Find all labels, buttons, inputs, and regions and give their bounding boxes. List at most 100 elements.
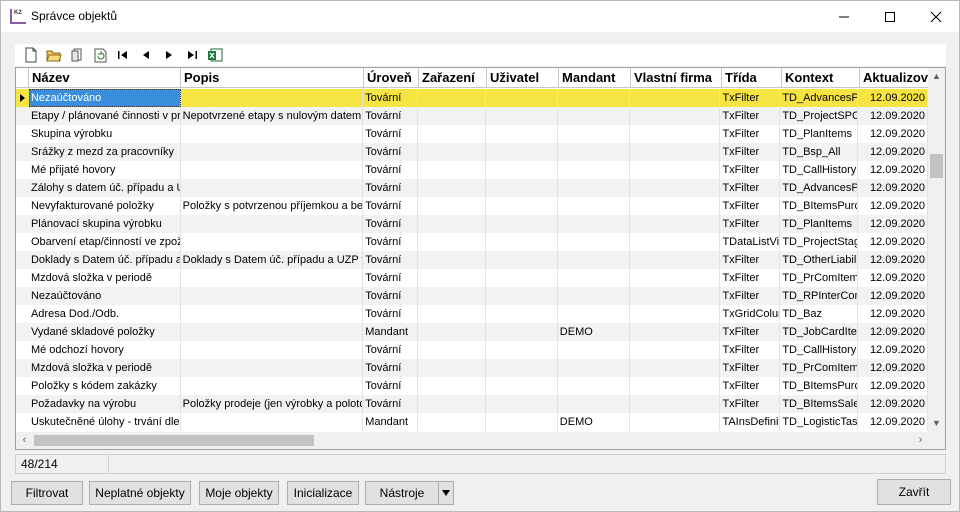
table-row[interactable]: Nevyfakturované položky Položky s potvrze… [16, 197, 928, 215]
cell-description[interactable]: Položky prodeje (jen výrobky a polotc [181, 395, 364, 413]
cell-description[interactable] [181, 323, 364, 341]
cell-level[interactable]: Tovární [363, 107, 419, 125]
cell-name[interactable]: Nezaúčtováno [28, 89, 181, 107]
table-row[interactable]: Nezaúčtováno Tovární TxFilter TD_RPInterCor… [16, 287, 928, 305]
cell-level[interactable]: Tovární [363, 89, 419, 107]
prev-record-button[interactable] [134, 45, 157, 65]
cell-updated[interactable]: 12.09.2020 [858, 395, 928, 413]
cell-updated[interactable]: 12.09.2020 [858, 233, 928, 251]
cell-name[interactable]: Skupina výrobku [29, 125, 181, 143]
cell-class[interactable]: TxFilter [720, 323, 781, 341]
cell-description[interactable] [181, 215, 364, 233]
col-header-mandant[interactable]: Mandant [559, 68, 631, 88]
cell-class[interactable]: TxGridColum [720, 305, 781, 323]
cell-own-company[interactable] [630, 413, 721, 431]
cell-context[interactable]: TD_BItemsPurc [780, 377, 859, 395]
cell-category[interactable] [418, 395, 486, 413]
cell-class[interactable]: TxFilter [720, 341, 781, 359]
cell-context[interactable]: TD_ProjectSPC [780, 107, 859, 125]
cell-name[interactable]: Mé přijaté hovory [29, 161, 181, 179]
invalid-objects-button[interactable]: Neplatné objekty [89, 481, 191, 505]
cell-user[interactable] [486, 359, 558, 377]
cell-name[interactable]: Mzdová složka v periodě [29, 269, 181, 287]
minimize-button[interactable] [821, 1, 867, 32]
cell-context[interactable]: TD_AdvancesP [780, 89, 859, 107]
cell-user[interactable] [486, 89, 558, 107]
cell-class[interactable]: TxFilter [720, 359, 781, 377]
cell-name[interactable]: Mzdová složka v periodě [29, 359, 181, 377]
cell-updated[interactable]: 12.09.2020 [858, 107, 928, 125]
cell-class[interactable]: TxFilter [720, 197, 781, 215]
cell-own-company[interactable] [630, 215, 721, 233]
cell-description[interactable]: Doklady s Datem úč. případu a UZP v [181, 251, 364, 269]
cell-mandant[interactable] [558, 233, 630, 251]
scroll-right-icon[interactable]: › [912, 432, 929, 449]
cell-class[interactable]: TDataListVie [720, 233, 781, 251]
cell-user[interactable] [486, 125, 558, 143]
cell-own-company[interactable] [630, 269, 721, 287]
cell-user[interactable] [486, 233, 558, 251]
cell-mandant[interactable] [558, 125, 630, 143]
cell-level[interactable]: Tovární [363, 359, 419, 377]
cell-own-company[interactable] [630, 233, 721, 251]
col-header-context[interactable]: Kontext [782, 68, 860, 88]
cell-name[interactable]: Položky s kódem zakázky [29, 377, 181, 395]
vertical-scroll-thumb[interactable] [930, 154, 943, 178]
cell-class[interactable]: TxFilter [720, 377, 781, 395]
cell-level[interactable]: Tovární [363, 143, 419, 161]
cell-updated[interactable]: 12.09.2020 [858, 179, 928, 197]
cell-level[interactable]: Tovární [363, 125, 419, 143]
cell-name[interactable]: Etapy / plánované činnosti v pr [29, 107, 181, 125]
table-row[interactable]: Srážky z mezd za pracovníky Tovární TxFilt… [16, 143, 928, 161]
cell-own-company[interactable] [630, 143, 721, 161]
col-header-level[interactable]: Úroveň [364, 68, 419, 88]
cell-user[interactable] [486, 305, 558, 323]
cell-updated[interactable]: 12.09.2020 [858, 377, 928, 395]
table-row[interactable]: Plánovací skupina výrobku Tovární TxFilter… [16, 215, 928, 233]
cell-level[interactable]: Tovární [363, 269, 419, 287]
cell-user[interactable] [486, 341, 558, 359]
table-row[interactable]: Nezaúčtováno Tovární TxFilter TD_AdvancesP 1… [16, 89, 928, 107]
cell-own-company[interactable] [630, 287, 721, 305]
cell-level[interactable]: Mandant [363, 323, 419, 341]
cell-mandant[interactable] [558, 89, 630, 107]
cell-class[interactable]: TxFilter [720, 161, 781, 179]
first-record-button[interactable] [111, 45, 134, 65]
cell-updated[interactable]: 12.09.2020 [858, 413, 928, 431]
cell-user[interactable] [486, 287, 558, 305]
cell-description[interactable] [181, 377, 364, 395]
cell-own-company[interactable] [630, 161, 721, 179]
cell-user[interactable] [486, 179, 558, 197]
cell-user[interactable] [486, 143, 558, 161]
horizontal-scroll-thumb[interactable] [34, 435, 314, 446]
cell-user[interactable] [486, 395, 558, 413]
cell-user[interactable] [486, 197, 558, 215]
new-button[interactable] [19, 45, 42, 65]
cell-category[interactable] [418, 341, 486, 359]
cell-category[interactable] [418, 215, 486, 233]
cell-description[interactable] [181, 89, 364, 107]
cell-class[interactable]: TxFilter [720, 143, 781, 161]
cell-level[interactable]: Tovární [363, 377, 419, 395]
cell-category[interactable] [418, 287, 486, 305]
cell-user[interactable] [486, 161, 558, 179]
cell-updated[interactable]: 12.09.2020 [858, 305, 928, 323]
horizontal-scrollbar[interactable]: ‹ › [16, 432, 929, 449]
table-row[interactable]: Vydané skladové položky Mandant DEMO TxFilt… [16, 323, 928, 341]
cell-class[interactable]: TxFilter [720, 395, 781, 413]
cell-updated[interactable]: 12.09.2020 [858, 197, 928, 215]
export-excel-button[interactable] [203, 45, 226, 65]
cell-description[interactable] [181, 143, 364, 161]
cell-level[interactable]: Mandant [363, 413, 419, 431]
cell-name[interactable]: Srážky z mezd za pracovníky [29, 143, 181, 161]
cell-description[interactable] [181, 413, 364, 431]
cell-own-company[interactable] [630, 305, 721, 323]
table-row[interactable]: Doklady s Datem úč. případu a Doklady s D… [16, 251, 928, 269]
cell-level[interactable]: Tovární [363, 251, 419, 269]
cell-category[interactable] [418, 359, 486, 377]
cell-own-company[interactable] [630, 197, 721, 215]
cell-updated[interactable]: 12.09.2020 [858, 359, 928, 377]
cell-name[interactable]: Doklady s Datem úč. případu a [29, 251, 181, 269]
cell-category[interactable] [418, 413, 486, 431]
cell-level[interactable]: Tovární [363, 395, 419, 413]
